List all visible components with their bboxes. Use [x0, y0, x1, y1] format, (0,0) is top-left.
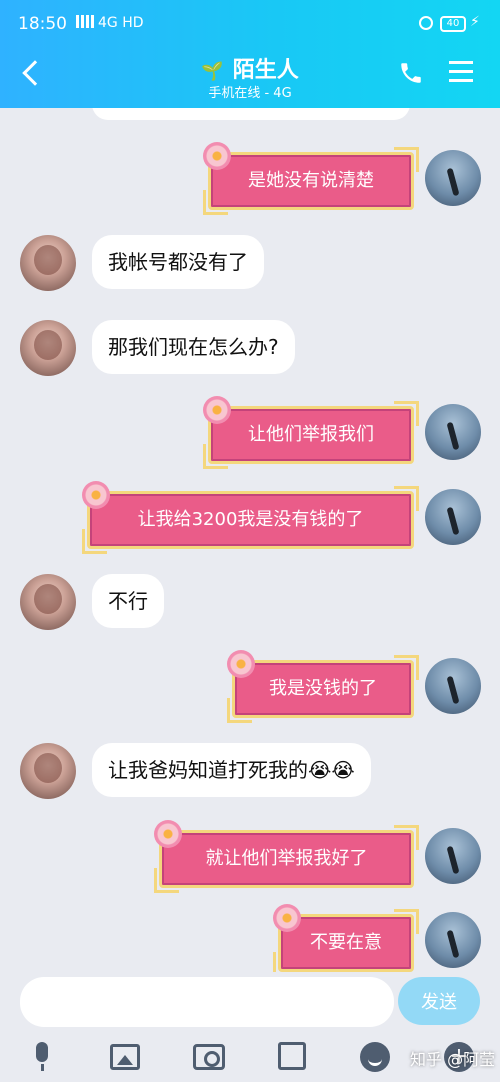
avatar[interactable] — [425, 658, 481, 714]
flower-icon — [154, 820, 182, 848]
message-bubble[interactable]: 我帐号都没有了 — [92, 235, 264, 289]
message-bubble[interactable]: 我是没钱的了 — [227, 655, 419, 723]
message-bubble[interactable]: 那我们现在怎么办? — [92, 320, 295, 374]
avatar[interactable] — [425, 828, 481, 884]
avatar[interactable] — [425, 912, 481, 968]
gift-icon[interactable] — [278, 1042, 306, 1070]
avatar[interactable] — [425, 150, 481, 206]
chat-title-area: 🌱 陌生人 — [0, 52, 500, 84]
message-input[interactable] — [20, 977, 394, 1027]
status-bar: 18:50 4G HD 40 ⚡ — [0, 0, 500, 46]
avatar[interactable] — [425, 489, 481, 545]
network-type: 4G — [98, 15, 118, 31]
message-bubble[interactable]: 让我给3200我是没有钱的了 — [82, 486, 419, 554]
message-bubble[interactable]: 是她没有说清楚 — [203, 147, 419, 215]
watermark: 知乎 @阿莹 — [410, 1050, 496, 1069]
message-row: 让我爸妈知道打死我的😭😭 — [0, 743, 500, 803]
avatar[interactable] — [425, 404, 481, 460]
flower-icon — [273, 904, 301, 932]
emoji-icon[interactable] — [360, 1042, 390, 1072]
menu-icon[interactable] — [449, 61, 475, 83]
battery-icon: 40 — [440, 16, 466, 32]
flower-icon — [227, 650, 255, 678]
flower-icon — [82, 481, 110, 509]
message-row: 我是没钱的了 — [0, 650, 500, 723]
avatar[interactable] — [20, 574, 76, 630]
chat-title: 陌生人 — [232, 58, 299, 83]
message-bubble[interactable]: 就让他们举报我好了 — [154, 825, 419, 893]
message-row: 是她没有说清楚 — [0, 142, 500, 215]
message-bubble[interactable]: 让他们举报我们 — [203, 401, 419, 469]
top-bar: 18:50 4G HD 40 ⚡ 🌱 陌生人 手机在线 - 4G — [0, 0, 500, 108]
message-row: 不要在意 — [0, 904, 500, 972]
phone-icon[interactable] — [398, 58, 424, 88]
signal-icon — [76, 15, 96, 28]
sprout-icon: 🌱 — [201, 61, 224, 82]
flower-icon — [203, 396, 231, 424]
partial-bubble — [92, 108, 410, 120]
message-row: 就让他们举报我好了 — [0, 820, 500, 893]
message-bubble[interactable]: 让我爸妈知道打死我的😭😭 — [92, 743, 371, 797]
message-row: 让我给3200我是没有钱的了 — [0, 481, 500, 554]
avatar[interactable] — [20, 235, 76, 291]
charging-icon: ⚡ — [470, 14, 480, 30]
message-bubble[interactable]: 不行 — [92, 574, 164, 628]
network-indicator: 4G HD — [76, 15, 144, 31]
send-button[interactable]: 发送 — [398, 977, 480, 1025]
message-row: 不行 — [0, 574, 500, 634]
mic-icon[interactable] — [28, 1042, 58, 1072]
avatar[interactable] — [20, 743, 76, 799]
chat-area[interactable]: 是她没有说清楚 我帐号都没有了 那我们现在怎么办? 让他们举报我们 让我给320… — [0, 108, 500, 972]
message-row: 让他们举报我们 — [0, 396, 500, 469]
message-row: 我帐号都没有了 — [0, 235, 500, 295]
alarm-icon — [419, 16, 433, 30]
status-time: 18:50 — [18, 14, 67, 34]
image-icon[interactable] — [110, 1044, 140, 1070]
flower-icon — [203, 142, 231, 170]
chat-subtitle: 手机在线 - 4G — [208, 86, 292, 101]
camera-icon[interactable] — [193, 1044, 225, 1070]
avatar[interactable] — [20, 320, 76, 376]
message-row: 那我们现在怎么办? — [0, 320, 500, 380]
hd-label: HD — [122, 15, 144, 31]
